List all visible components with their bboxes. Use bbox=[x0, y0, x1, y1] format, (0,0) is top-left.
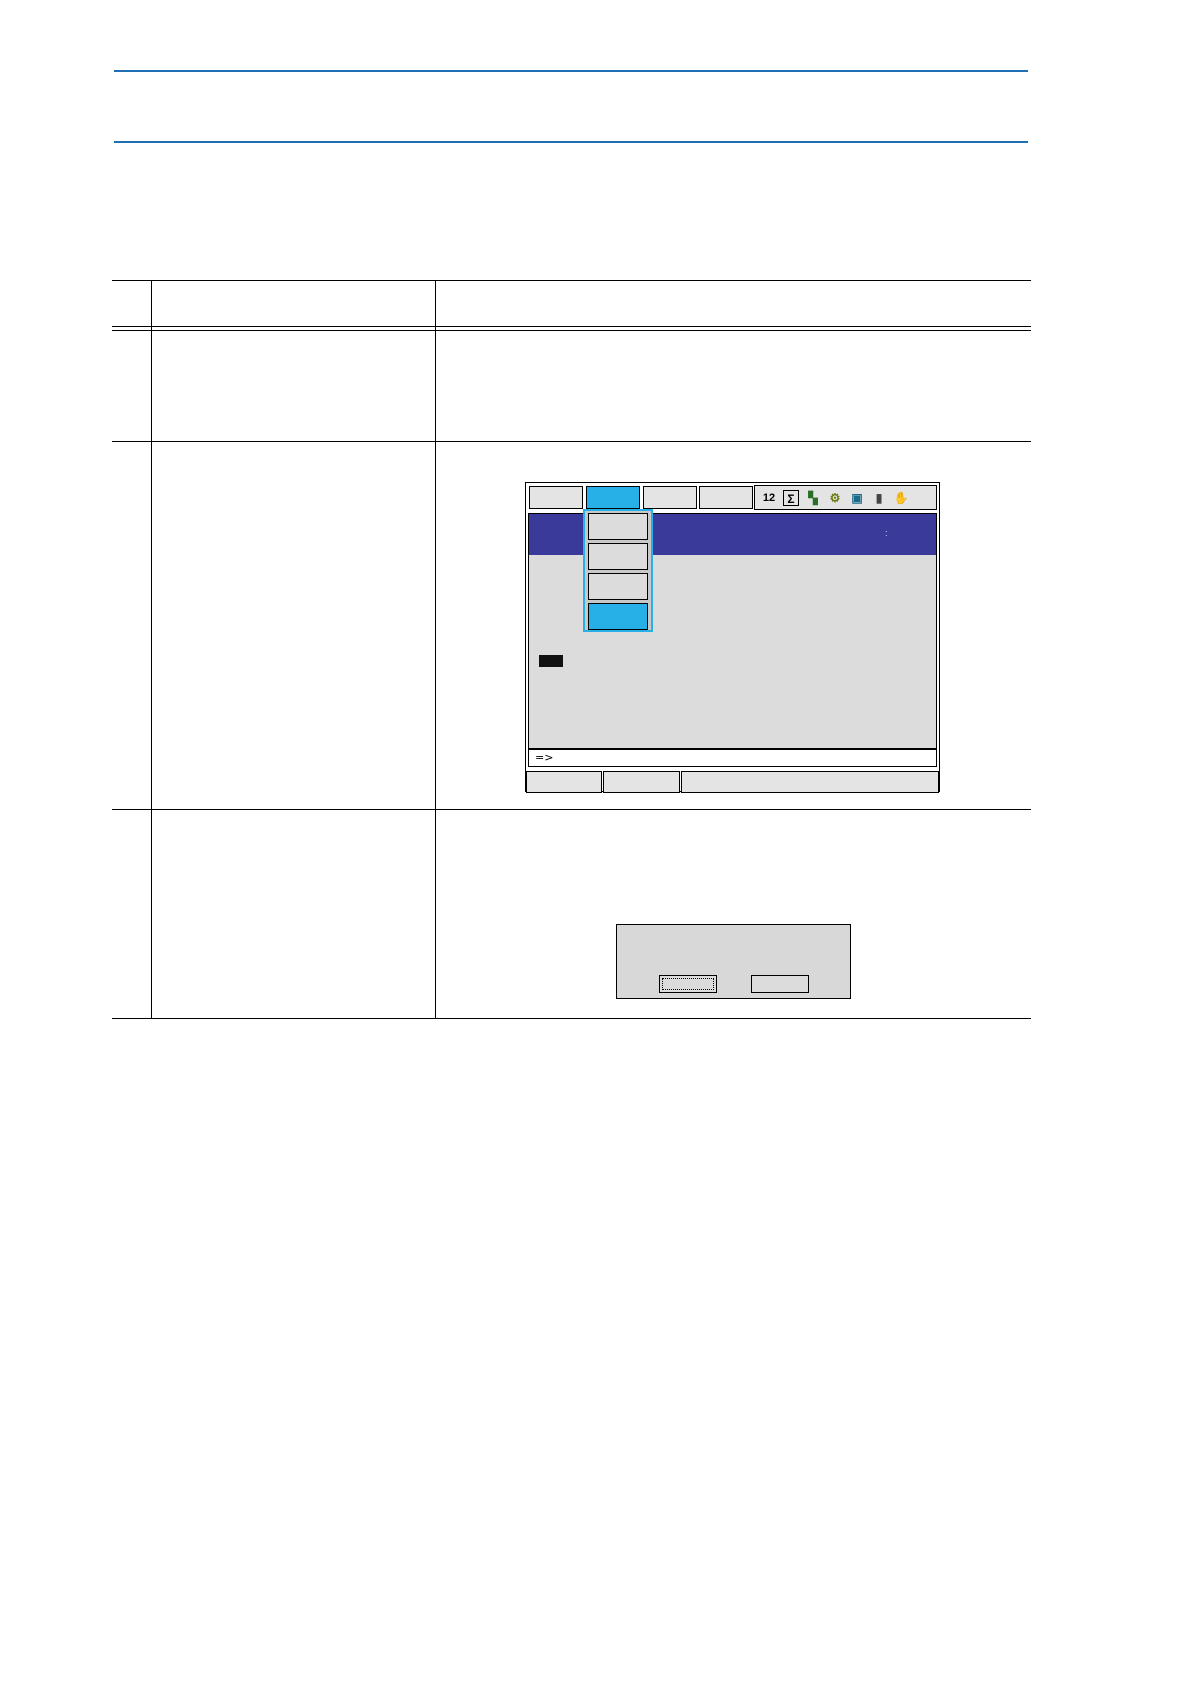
hand-icon: ✋ bbox=[893, 491, 909, 505]
pulldown-item-2[interactable] bbox=[588, 543, 648, 570]
confirm-dialog bbox=[616, 924, 851, 999]
input-prompt: => bbox=[535, 751, 554, 764]
pulldown-menu bbox=[583, 509, 653, 632]
header-rule-bottom bbox=[114, 141, 1028, 143]
dialog-no-button[interactable] bbox=[751, 975, 809, 993]
pulldown-item-4-selected[interactable] bbox=[588, 603, 648, 630]
signal-icon: ▚ bbox=[808, 491, 818, 505]
table-col-divider-1 bbox=[151, 280, 152, 1019]
table-row-rule-1 bbox=[112, 441, 1031, 442]
line-cursor bbox=[539, 655, 563, 667]
menu-tab-1[interactable] bbox=[529, 486, 583, 509]
table-row-rule-2 bbox=[112, 809, 1031, 810]
sigma-icon: Σ bbox=[783, 490, 799, 506]
menu-tab-3[interactable] bbox=[643, 486, 697, 509]
table-bottom-rule bbox=[112, 1018, 1031, 1019]
title-band-mark: : bbox=[885, 528, 888, 538]
function-button-1[interactable] bbox=[526, 771, 602, 793]
menu-tab-4[interactable] bbox=[699, 486, 753, 509]
function-button-2[interactable] bbox=[603, 771, 680, 793]
message-area bbox=[681, 771, 939, 793]
input-line[interactable]: => bbox=[528, 749, 937, 767]
storage-icon: ▮ bbox=[875, 491, 883, 505]
pulldown-item-1[interactable] bbox=[588, 513, 648, 540]
pendant-screen: 12 Σ ▚ ⚙ ▣ ▮ ✋ : => bbox=[525, 482, 940, 793]
table-top-rule bbox=[112, 280, 1031, 281]
cycle-icon: ▣ bbox=[851, 491, 863, 505]
menu-tab-2-active[interactable] bbox=[586, 486, 640, 509]
robot-icon: ⚙ bbox=[829, 491, 841, 505]
dialog-yes-button[interactable] bbox=[659, 975, 717, 993]
header-rule-top bbox=[114, 70, 1028, 72]
table-col-divider-2 bbox=[435, 280, 436, 1019]
status-bar: 12 Σ ▚ ⚙ ▣ ▮ ✋ bbox=[754, 485, 937, 510]
pulldown-item-3[interactable] bbox=[588, 573, 648, 600]
table-header-rule-1 bbox=[112, 326, 1031, 327]
table-header-rule-2 bbox=[112, 330, 1031, 331]
tool-number-icon: 12 bbox=[762, 492, 776, 504]
